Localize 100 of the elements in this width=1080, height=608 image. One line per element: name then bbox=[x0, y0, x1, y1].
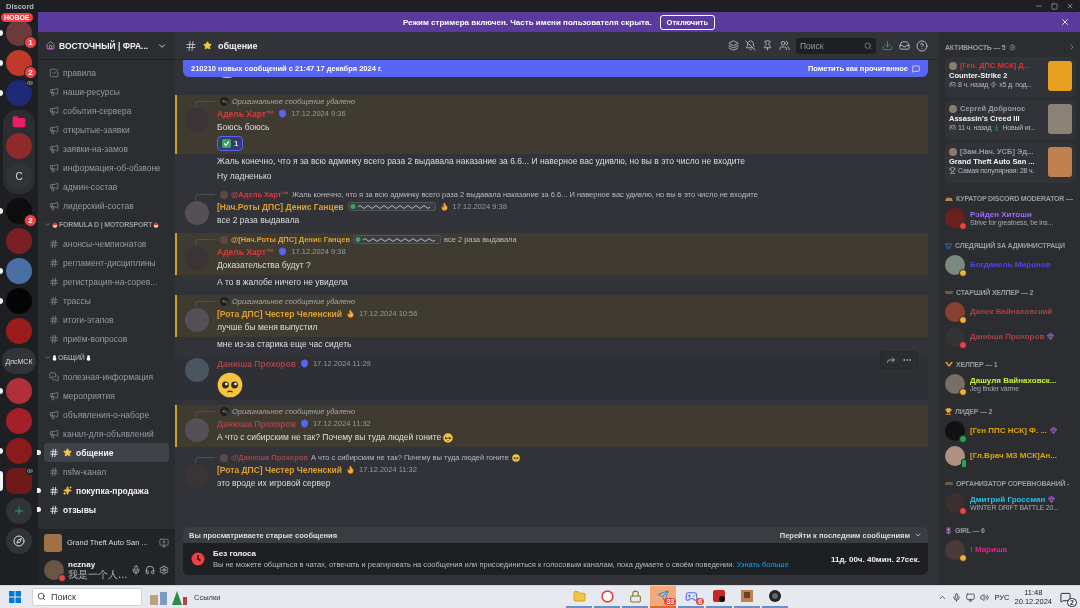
microphone-icon[interactable] bbox=[952, 592, 962, 602]
server-name[interactable]: ВОСТОЧНЫЙ | ФРА... bbox=[59, 40, 153, 51]
member-item[interactable]: [Ген ППС НСК] Ф. ... bbox=[945, 418, 1076, 443]
pin-icon[interactable] bbox=[762, 40, 773, 51]
members-icon[interactable] bbox=[779, 40, 790, 51]
status-indicator bbox=[959, 315, 967, 324]
channel-item[interactable]: правила bbox=[44, 63, 169, 82]
close-icon[interactable] bbox=[1066, 2, 1074, 10]
channel-item[interactable]: наши-ресурсы bbox=[44, 82, 169, 101]
help-icon[interactable] bbox=[916, 39, 928, 52]
status-indicator bbox=[961, 458, 967, 468]
channel-item[interactable]: регламент-дисциплины bbox=[44, 253, 169, 272]
folder-icon bbox=[572, 589, 586, 603]
reaction-button[interactable]: 1 bbox=[217, 136, 244, 151]
channel-item[interactable]: канал-для-объявлений bbox=[44, 424, 169, 443]
avatar bbox=[185, 308, 209, 332]
megaphone-icon bbox=[49, 143, 59, 154]
reply-line bbox=[195, 411, 215, 417]
channel-item[interactable]: лидерский-состав bbox=[44, 196, 169, 215]
channel-item[interactable]: события-сервера bbox=[44, 101, 169, 120]
channel-item[interactable]: информация-об-обзвоне bbox=[44, 158, 169, 177]
server-icon[interactable] bbox=[6, 50, 32, 76]
windows-icon bbox=[9, 591, 21, 603]
channel-item[interactable]: полезная-информация bbox=[44, 367, 169, 386]
star-icon bbox=[63, 448, 72, 457]
server-icon[interactable] bbox=[6, 198, 32, 224]
channel-item[interactable]: отзывы bbox=[44, 500, 169, 519]
server-folder[interactable]: С bbox=[3, 110, 35, 194]
maximize-icon[interactable] bbox=[1051, 2, 1058, 10]
channel-item[interactable]: админ-состав bbox=[44, 177, 169, 196]
channel-name: правила bbox=[63, 67, 96, 78]
status-indicator bbox=[959, 506, 967, 515]
channel-item[interactable]: заявки-на-замов bbox=[44, 139, 169, 158]
game-cover-picture bbox=[44, 533, 62, 552]
microphone-icon[interactable] bbox=[131, 565, 141, 575]
reply-line bbox=[195, 101, 215, 107]
folder-icon[interactable] bbox=[12, 115, 26, 129]
member-item[interactable]: ! Мариша bbox=[945, 537, 1076, 562]
hash-icon bbox=[49, 257, 59, 268]
reply-line bbox=[195, 194, 215, 200]
hash-icon bbox=[49, 276, 59, 287]
explore-button[interactable] bbox=[6, 528, 32, 554]
shield-icon bbox=[278, 247, 288, 256]
megaphone-icon bbox=[49, 105, 59, 116]
channel-item[interactable]: мероприятия bbox=[44, 386, 169, 405]
screen-share-icon[interactable] bbox=[159, 537, 169, 548]
channel-name: объявления-о-наборе bbox=[63, 409, 150, 420]
bell-off-icon[interactable] bbox=[745, 40, 756, 51]
sparkle-icon bbox=[63, 486, 72, 495]
threads-icon[interactable] bbox=[728, 40, 739, 51]
picture-icon bbox=[741, 590, 754, 602]
hat-icon bbox=[945, 195, 953, 202]
gamepad-icon bbox=[684, 589, 698, 603]
forward-icon[interactable] bbox=[886, 355, 896, 365]
download-icon[interactable] bbox=[882, 40, 893, 51]
channel-item[interactable]: итоги-этапов bbox=[44, 310, 169, 329]
gear-icon[interactable] bbox=[1008, 43, 1016, 51]
message-text: А то в жалобе ничего не увидела bbox=[216, 276, 349, 289]
hash-icon bbox=[49, 504, 59, 515]
inbox-icon[interactable] bbox=[899, 40, 910, 51]
server-icon[interactable] bbox=[6, 258, 32, 284]
channel-title: общение bbox=[218, 40, 259, 51]
minimize-icon[interactable] bbox=[1035, 2, 1043, 10]
server-icon[interactable] bbox=[6, 378, 32, 404]
timeout-timer: 11д. 00ч. 40мин. 27сек. bbox=[831, 554, 920, 564]
shield-icon bbox=[299, 359, 309, 368]
author-name[interactable]: [Рота ДПС] Честер Челенский bbox=[217, 308, 343, 319]
author-name[interactable]: [Нач.Роты ДПС] Денис Ганцев bbox=[217, 201, 344, 212]
channel-item[interactable]: покупка-продажа bbox=[44, 481, 169, 500]
game-cover-picture bbox=[1048, 61, 1072, 91]
hash-icon bbox=[185, 39, 197, 52]
search-field[interactable]: Поиск bbox=[796, 37, 876, 54]
hash-icon bbox=[49, 295, 59, 306]
channel-name: покупка-продажа bbox=[76, 485, 149, 496]
chevron-right-icon[interactable] bbox=[1068, 43, 1076, 51]
channel-item[interactable]: открытые-заявки bbox=[44, 120, 169, 139]
settings-icon[interactable] bbox=[159, 565, 169, 575]
hash-icon bbox=[49, 466, 59, 477]
channel-item[interactable]: регистрация-на-сорев... bbox=[44, 272, 169, 291]
volume-icon[interactable] bbox=[980, 592, 990, 602]
network-icon[interactable] bbox=[966, 592, 976, 602]
member-item[interactable]: [Гл.Врач МЗ МСК]Ан... bbox=[945, 443, 1076, 468]
channel-item[interactable]: приём-вопросов bbox=[44, 329, 169, 348]
author-name[interactable]: [Рота ДПС] Честер Челенский bbox=[217, 464, 343, 475]
reply-line bbox=[195, 301, 215, 307]
close-icon[interactable] bbox=[1060, 17, 1070, 27]
clock-icon bbox=[191, 552, 205, 566]
message-text: мне из-за старика еще час сидеть bbox=[216, 338, 353, 351]
channel-name: открытые-заявки bbox=[63, 124, 130, 135]
taskbar-search-field[interactable]: Поиск bbox=[32, 588, 142, 606]
channel-item[interactable]: трассы bbox=[44, 291, 169, 310]
chat-bubble-icon bbox=[1060, 591, 1071, 603]
headphones-icon[interactable] bbox=[145, 565, 155, 575]
avatar bbox=[220, 190, 228, 199]
trophy-icon bbox=[949, 167, 956, 174]
channel-name: трассы bbox=[63, 295, 91, 306]
channel-item[interactable]: анонсы-чемпионатов bbox=[44, 234, 169, 253]
server-icon[interactable]: С bbox=[6, 163, 32, 189]
channel-item[interactable]: объявления-о-наборе bbox=[44, 405, 169, 424]
channel-item[interactable]: nsfw-канал bbox=[44, 462, 169, 481]
